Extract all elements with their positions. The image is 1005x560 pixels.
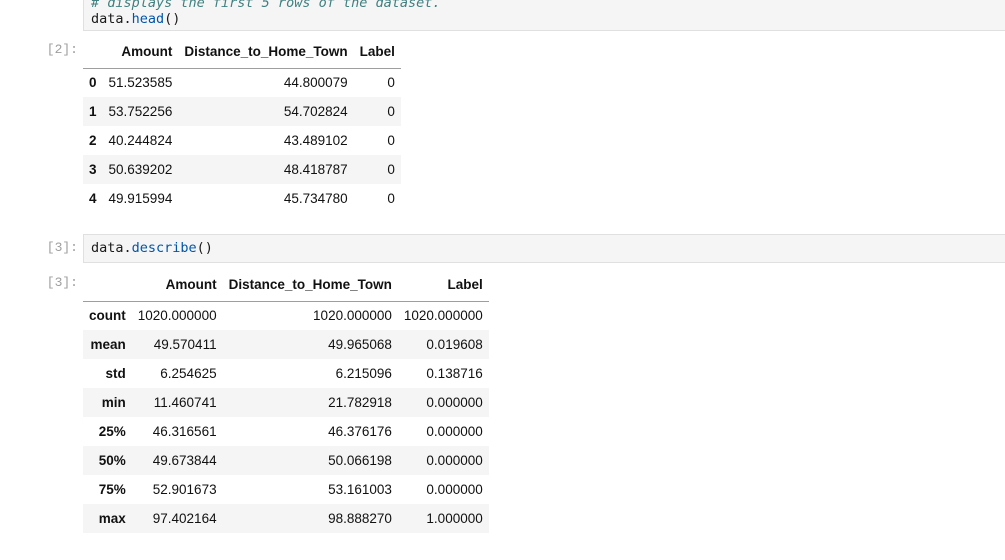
table-cell: 53.752256	[108, 104, 173, 119]
table-cell: 0	[387, 162, 395, 177]
table-row: 50% 49.673844 50.066198 0.000000	[83, 446, 489, 475]
table-cell: 0	[387, 75, 395, 91]
table-cell: 50.066198	[328, 453, 392, 468]
table-cell: 50.639202	[108, 162, 173, 177]
table-cell: 0.138716	[426, 366, 483, 381]
row-index: min	[101, 395, 126, 410]
table-cell: 6.254625	[160, 366, 217, 381]
table-cell: 1020.000000	[403, 308, 483, 324]
column-header: Label	[397, 267, 489, 302]
row-index: max	[98, 511, 126, 526]
table-cell: 46.376176	[328, 424, 392, 439]
table-cell: 45.734780	[283, 191, 348, 206]
table-cell: 49.915994	[108, 191, 173, 206]
table-cell: 0	[387, 133, 395, 148]
table-cell: 0.019608	[426, 337, 483, 352]
table-row: mean 49.570411 49.965068 0.019608	[83, 330, 489, 359]
output-prompt-2: [2]:	[46, 42, 78, 57]
table-cell: 43.489102	[283, 133, 348, 148]
row-index: 3	[89, 162, 97, 177]
table-cell: 49.673844	[152, 453, 217, 468]
table-header-row: Amount Distance_to_Home_Town Label	[83, 267, 489, 302]
dataframe-head-table: Amount Distance_to_Home_Town Label 0 51.523…	[83, 34, 401, 213]
table-row: count 1020.000000 1020.000000 1020.000000	[83, 301, 489, 330]
row-index: 75%	[98, 482, 126, 497]
table-cell: 0	[387, 191, 395, 206]
table-cell: 0.000000	[426, 395, 483, 410]
table-cell: 1020.000000	[313, 308, 392, 324]
row-index: mean	[90, 337, 126, 352]
table-cell: 97.402164	[152, 511, 217, 526]
table-cell: 53.161003	[328, 482, 392, 497]
index-header	[83, 267, 132, 302]
table-row: min 11.460741 21.782918 0.000000	[83, 388, 489, 417]
table-cell: 0	[387, 104, 395, 119]
code-cell-head[interactable]: # displays the first 5 rows of the datas…	[83, 0, 1005, 31]
code-line: data.describe()	[91, 240, 213, 256]
table-cell: 54.702824	[283, 104, 348, 119]
table-row: 0 51.523585 44.800079 0	[83, 68, 401, 97]
table-row: 25% 46.316561 46.376176 0.000000	[83, 417, 489, 446]
code-line: data.head()	[91, 11, 181, 27]
table-cell: 52.901673	[152, 482, 217, 497]
table-row: 1 53.752256 54.702824 0	[83, 97, 401, 126]
table-row: 4 49.915994 45.734780 0	[83, 184, 401, 213]
row-index: 50%	[98, 453, 126, 468]
table-cell: 49.570411	[153, 337, 217, 352]
table-cell: 11.460741	[153, 395, 217, 410]
table-row: 75% 52.901673 53.161003 0.000000	[83, 475, 489, 504]
table-cell: 51.523585	[108, 75, 173, 91]
code-comment: # displays the first 5 rows of the datas…	[91, 0, 441, 11]
table-cell: 1020.000000	[137, 308, 217, 324]
table-row: max 97.402164 98.888270 1.000000	[83, 504, 489, 533]
row-index: 2	[89, 133, 97, 148]
input-prompt-3: [3]:	[46, 240, 78, 255]
code-cell-describe[interactable]: data.describe()	[83, 234, 1005, 263]
table-cell: 46.316561	[152, 424, 217, 439]
index-header	[83, 34, 103, 69]
table-row: 2 40.244824 43.489102 0	[83, 126, 401, 155]
table-cell: 48.418787	[283, 162, 348, 177]
table-row: std 6.254625 6.215096 0.138716	[83, 359, 489, 388]
row-index: 1	[89, 104, 97, 119]
table-cell: 40.244824	[108, 133, 173, 148]
table-cell: 44.800079	[283, 75, 348, 91]
table-cell: 49.965068	[328, 337, 392, 352]
table-cell: 0.000000	[426, 424, 483, 439]
row-index: 4	[89, 191, 97, 206]
column-header: Label	[353, 34, 401, 69]
column-header: Distance_to_Home_Town	[222, 267, 398, 302]
output-prompt-3: [3]:	[46, 275, 78, 290]
row-index: count	[89, 308, 126, 324]
table-cell: 6.215096	[335, 366, 392, 381]
table-header-row: Amount Distance_to_Home_Town Label	[83, 34, 401, 69]
row-index: std	[105, 366, 126, 381]
dataframe-describe-table: Amount Distance_to_Home_Town Label count 10…	[83, 267, 489, 533]
table-cell: 0.000000	[426, 482, 483, 497]
table-cell: 1.000000	[426, 511, 483, 526]
column-header: Amount	[131, 267, 223, 302]
table-cell: 21.782918	[328, 395, 392, 410]
column-header: Distance_to_Home_Town	[178, 34, 354, 69]
row-index: 0	[89, 75, 97, 91]
table-cell: 98.888270	[328, 511, 392, 526]
row-index: 25%	[98, 424, 126, 439]
table-cell: 0.000000	[426, 453, 483, 468]
column-header: Amount	[102, 34, 179, 69]
table-row: 3 50.639202 48.418787 0	[83, 155, 401, 184]
